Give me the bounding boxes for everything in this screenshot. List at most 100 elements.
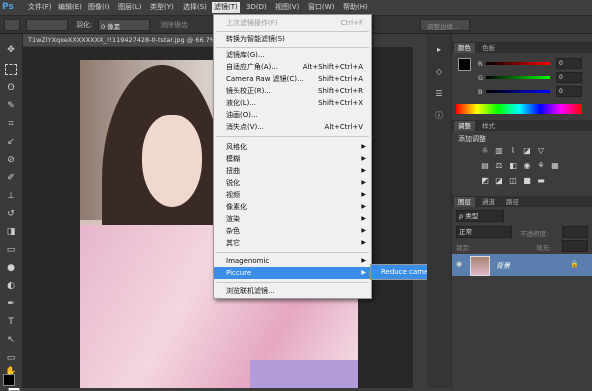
- menu-camera-raw-filter[interactable]: Camera Raw 滤镜(C)... Shift+Ctrl+A: [214, 73, 371, 85]
- menu-stylize[interactable]: 风格化 ▶: [214, 141, 371, 153]
- menu-last-filter[interactable]: 上次滤镜操作(F) Ctrl+F: [214, 17, 371, 29]
- blur-tool-icon[interactable]: ●: [4, 262, 18, 274]
- black-white-icon[interactable]: ◧: [508, 161, 518, 170]
- layer-filter-type-select[interactable]: ρ 类型: [456, 210, 504, 222]
- foreground-color-swatch[interactable]: [458, 58, 471, 71]
- pen-tool-icon[interactable]: ✒: [4, 298, 18, 310]
- eyedropper-tool-icon[interactable]: ↙: [4, 136, 18, 148]
- green-slider[interactable]: [486, 76, 550, 79]
- menu-filter-gallery[interactable]: 滤镜库(G)...: [214, 49, 371, 61]
- move-tool-icon[interactable]: ✥: [4, 44, 18, 56]
- menu-layer[interactable]: 图层(L): [118, 2, 141, 13]
- tab-swatches[interactable]: 色板: [478, 43, 499, 53]
- menu-image[interactable]: 图像(I): [88, 2, 110, 13]
- fill-field[interactable]: [562, 240, 588, 252]
- curves-icon[interactable]: ⌇: [508, 146, 518, 155]
- color-lookup-icon[interactable]: ▦: [550, 161, 560, 170]
- menu-file[interactable]: 文件(F): [28, 2, 52, 13]
- refine-edge-button[interactable]: 调整边缘...: [420, 19, 470, 31]
- shape-tool-icon[interactable]: ▭: [4, 352, 18, 364]
- menu-select[interactable]: 选择(S): [183, 2, 207, 13]
- posterize-icon[interactable]: ◪: [494, 176, 504, 185]
- feather-input[interactable]: 0 像素: [98, 19, 150, 31]
- menu-3d[interactable]: 3D(D): [246, 2, 267, 13]
- menu-pixelate[interactable]: 像素化 ▶: [214, 201, 371, 213]
- tab-color[interactable]: 颜色: [454, 43, 475, 53]
- menu-render[interactable]: 渲染 ▶: [214, 213, 371, 225]
- menu-edit[interactable]: 编辑(E): [58, 2, 82, 13]
- menu-video[interactable]: 视频 ▶: [214, 189, 371, 201]
- red-value-field[interactable]: 0: [556, 58, 582, 69]
- marquee-tool-icon[interactable]: [5, 64, 17, 75]
- layer-row-background[interactable]: ◉ 背景 🔒: [452, 254, 592, 276]
- menu-oil-paint[interactable]: 油画(O)...: [214, 109, 371, 121]
- blue-value-field[interactable]: 0: [556, 86, 582, 97]
- menu-lens-correction[interactable]: 镜头校正(R)... Shift+Ctrl+R: [214, 85, 371, 97]
- blend-mode-select[interactable]: 正常: [456, 226, 512, 238]
- color-spectrum-ramp[interactable]: [456, 104, 582, 114]
- tab-channels[interactable]: 通道: [478, 197, 499, 207]
- exposure-icon[interactable]: ◪: [522, 146, 532, 155]
- dodge-tool-icon[interactable]: ◐: [4, 280, 18, 292]
- foreground-color-swatch[interactable]: [3, 374, 15, 386]
- gradient-map-icon[interactable]: ▬: [536, 176, 546, 185]
- eraser-tool-icon[interactable]: ◨: [4, 226, 18, 238]
- menu-view[interactable]: 视图(V): [275, 2, 299, 13]
- clone-stamp-tool-icon[interactable]: ⊥: [4, 190, 18, 202]
- threshold-icon[interactable]: ◫: [508, 176, 518, 185]
- channel-mixer-icon[interactable]: ⚘: [536, 161, 546, 170]
- menu-filter[interactable]: 滤镜(T): [212, 2, 240, 13]
- menu-liquify[interactable]: 液化(L)... Shift+Ctrl+X: [214, 97, 371, 109]
- menu-convert-smart-filter[interactable]: 转换为智能滤镜(S): [214, 33, 371, 45]
- type-tool-icon[interactable]: T: [4, 316, 18, 328]
- tab-adjustments[interactable]: 调整: [454, 121, 475, 131]
- selection-mode-icons[interactable]: [26, 19, 68, 31]
- menu-help[interactable]: 帮助(H): [343, 2, 368, 13]
- antialias-checkbox[interactable]: 消除锯齿: [160, 20, 188, 30]
- healing-brush-tool-icon[interactable]: ⊘: [4, 154, 18, 166]
- lasso-tool-icon[interactable]: ʘ: [4, 82, 18, 94]
- green-value-field[interactable]: 0: [556, 72, 582, 83]
- menu-window[interactable]: 窗口(W): [308, 2, 334, 13]
- invert-icon[interactable]: ◩: [480, 176, 490, 185]
- menu-type[interactable]: 类型(Y): [150, 2, 174, 13]
- opacity-field[interactable]: [562, 226, 588, 238]
- menu-blur[interactable]: 模糊 ▶: [214, 153, 371, 165]
- blue-slider[interactable]: [486, 90, 550, 93]
- brush-tool-icon[interactable]: ✐: [4, 172, 18, 184]
- path-select-tool-icon[interactable]: ↖: [4, 334, 18, 346]
- history-panel-icon[interactable]: ▸: [433, 44, 445, 56]
- menu-browse-filters-online[interactable]: 浏览联机滤镜...: [214, 285, 371, 297]
- levels-icon[interactable]: ▥: [494, 146, 504, 155]
- layer-name[interactable]: 背景: [496, 261, 510, 271]
- tab-layers[interactable]: 图层: [454, 197, 475, 207]
- brightness-icon[interactable]: ☼: [480, 146, 490, 155]
- color-balance-icon[interactable]: ⚖: [494, 161, 504, 170]
- properties-panel-icon[interactable]: ☰: [433, 88, 445, 100]
- menu-sharpen[interactable]: 锐化 ▶: [214, 177, 371, 189]
- vibrance-icon[interactable]: ▽: [536, 146, 546, 155]
- menu-noise[interactable]: 杂色 ▶: [214, 225, 371, 237]
- hue-saturation-icon[interactable]: ▤: [480, 161, 490, 170]
- marquee-preset-icon[interactable]: [4, 19, 20, 31]
- menu-other[interactable]: 其它 ▶: [214, 237, 371, 249]
- info-panel-icon[interactable]: ⓘ: [433, 110, 445, 122]
- selective-color-icon[interactable]: ■: [522, 176, 532, 185]
- document-tab[interactable]: T1wZlYXqxeXXXXXXXX_!!119427428-0-tstar.j…: [23, 34, 218, 46]
- menu-distort[interactable]: 扭曲 ▶: [214, 165, 371, 177]
- gradient-tool-icon[interactable]: ▭: [4, 244, 18, 256]
- menu-adaptive-wide-angle[interactable]: 自适应广角(A)... Alt+Shift+Ctrl+A: [214, 61, 371, 73]
- tab-paths[interactable]: 路径: [502, 197, 523, 207]
- crop-tool-icon[interactable]: ⌗: [4, 118, 18, 130]
- photo-filter-icon[interactable]: ◉: [522, 161, 532, 170]
- history-brush-tool-icon[interactable]: ↺: [4, 208, 18, 220]
- quick-select-tool-icon[interactable]: ✎: [4, 100, 18, 112]
- actions-panel-icon[interactable]: ◇: [433, 66, 445, 78]
- menu-piccure[interactable]: Piccure ▶: [214, 267, 371, 279]
- red-slider[interactable]: [486, 62, 550, 65]
- menu-vanishing-point[interactable]: 消失点(V)... Alt+Ctrl+V: [214, 121, 371, 133]
- menu-imagenomic[interactable]: Imagenomic ▶: [214, 255, 371, 267]
- photoshop-logo: Ps: [2, 2, 14, 12]
- tab-styles[interactable]: 样式: [478, 121, 499, 131]
- visibility-eye-icon[interactable]: ◉: [456, 260, 464, 268]
